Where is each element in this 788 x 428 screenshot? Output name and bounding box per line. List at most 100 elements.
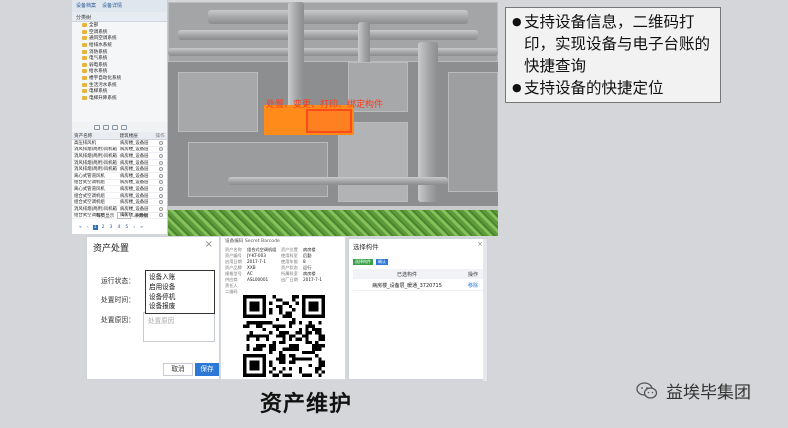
table-row[interactable]: 消风排烟(两用)风机箱 病房楼_设备层: [72, 160, 167, 167]
tab-device-archive[interactable]: 设备档案: [76, 2, 96, 10]
select-component-button[interactable]: 选择构件: [353, 259, 373, 265]
remove-link[interactable]: 移除: [461, 282, 485, 289]
riser-pipe: [288, 2, 304, 112]
bullet-icon: ●: [512, 15, 522, 28]
tree-item[interactable]: 电气系统: [72, 55, 167, 62]
action-circle-icon[interactable]: [159, 167, 163, 172]
dialog-title: 资产处置: [93, 244, 130, 254]
table-row[interactable]: 消风排烟(两用)风机箱 病房楼_设备层: [72, 153, 167, 160]
asset-name-cell: 组合式空调机组: [74, 193, 105, 199]
tree-item-label: 电气系统: [89, 56, 108, 62]
bim-3d-view[interactable]: 处置、变更、打印、绑定构件: [168, 2, 498, 236]
tree-item[interactable]: 电梯系统: [72, 88, 167, 95]
add-icon[interactable]: [94, 124, 100, 130]
folder-icon: [82, 43, 87, 48]
action-circle-icon[interactable]: [159, 140, 163, 145]
table-row[interactable]: 组合式空调机组 病房楼_设备层: [72, 199, 167, 206]
page-link[interactable]: 2: [101, 225, 106, 230]
page-link[interactable]: ›: [132, 225, 136, 230]
equipment-action-menu[interactable]: 处置、变更、打印、绑定构件: [266, 97, 383, 110]
duct: [208, 10, 468, 24]
tree-item[interactable]: 通风空调系统: [72, 35, 167, 42]
action-circle-icon[interactable]: [159, 160, 163, 165]
col-floor: 建筑楼层: [119, 133, 138, 139]
slide-caption: 资产维护: [260, 391, 353, 417]
tree-item-label: 楼宇自动化系统: [89, 76, 122, 82]
status-option[interactable]: 设备停机: [149, 293, 211, 303]
page-link[interactable]: ‹: [86, 225, 90, 230]
asset-name-cell: 离心式管道风机: [74, 186, 105, 192]
tree-item[interactable]: 楼宇自动化系统: [72, 75, 167, 82]
tree-item[interactable]: 弱电系统: [72, 62, 167, 69]
table-row[interactable]: 消风排烟(两用)风机箱 病房楼_设备层: [72, 166, 167, 173]
status-option[interactable]: 设备入账: [149, 273, 211, 283]
per-page-select[interactable]: 10: [117, 212, 132, 219]
close-icon[interactable]: ×: [205, 239, 213, 250]
refresh-icon[interactable]: [121, 124, 127, 130]
action-circle-icon[interactable]: [159, 193, 163, 198]
bullet-icon: ●: [512, 81, 522, 94]
table-row[interactable]: 离心式管道风机 病房楼_设备层: [72, 173, 167, 180]
table-row[interactable]: 高压排风机 病房楼_设备层: [72, 140, 167, 147]
page-link[interactable]: 4: [116, 225, 121, 230]
asset-disposal-dialog: 资产处置 × 运行状态： 处置时间： 处置原因： 处置原因 设备入账 启用设备 …: [86, 236, 220, 380]
col-asset-name: 资产名称: [74, 133, 93, 139]
save-button[interactable]: 保存: [195, 363, 219, 376]
table-row[interactable]: 组合式空调机组 病房楼_设备层: [72, 193, 167, 200]
equipment-block: [188, 142, 328, 197]
page-link[interactable]: »: [139, 225, 144, 230]
tree-item[interactable]: 消防系统: [72, 48, 167, 55]
panel-title: 选择构件: [353, 243, 379, 251]
tree-item[interactable]: 全部: [72, 22, 167, 29]
page-link[interactable]: 1: [92, 224, 98, 230]
tree-item[interactable]: 生活污水系统: [72, 81, 167, 88]
reason-label: 处置原因：: [101, 316, 135, 324]
tree-item[interactable]: 空调系统: [72, 29, 167, 36]
edit-icon[interactable]: [103, 124, 109, 130]
scrollbar[interactable]: [483, 239, 487, 381]
action-circle-icon[interactable]: [159, 153, 163, 158]
folder-icon: [82, 49, 87, 54]
time-label: 处置时间：: [101, 296, 135, 304]
per-page-label: 每页显示: [96, 213, 115, 219]
status-select-list[interactable]: 设备入账 启用设备 设备停机 设备报废: [145, 270, 215, 314]
bullet-text: 支持设备的快捷定位: [524, 79, 664, 97]
tree-item[interactable]: 电梯升降系统: [72, 95, 167, 102]
action-circle-icon[interactable]: [159, 200, 163, 205]
tab-device-detail[interactable]: 设备详情: [102, 2, 122, 10]
asset-name-cell: 消风排烟(两用)风机箱: [74, 153, 117, 159]
col-action: 操作: [155, 133, 165, 139]
action-circle-icon[interactable]: [159, 186, 163, 191]
status-label: 运行状态：: [101, 277, 135, 285]
tree-item-label: 弱电系统: [89, 62, 108, 68]
status-option[interactable]: 启用设备: [149, 283, 211, 293]
feature-bullets: ● 支持设备信息，二维码打印，实现设备与电子台账的快捷查询 ● 支持设备的快捷定…: [505, 7, 721, 103]
print-icon[interactable]: [112, 124, 118, 130]
action-circle-icon[interactable]: [159, 173, 163, 178]
page-link[interactable]: «: [78, 225, 83, 230]
table-row[interactable]: 消风排烟(两用)风机箱 病房楼_设备层: [72, 147, 167, 154]
tree-item[interactable]: 给排水系统: [72, 42, 167, 49]
page-link[interactable]: 5: [124, 225, 129, 230]
selected-equipment-highlight[interactable]: [306, 109, 352, 133]
floor-cell: 病房楼_设备层: [120, 153, 149, 159]
total-label: 条数据: [134, 213, 149, 219]
reason-input[interactable]: 处置原因: [143, 312, 215, 342]
action-circle-icon[interactable]: [159, 147, 163, 152]
floor-cell: 病房楼_设备层: [120, 167, 149, 173]
table-row[interactable]: 组合式空调机组 病房楼_设备层: [72, 180, 167, 187]
equipment-block: [178, 72, 258, 132]
folder-icon: [82, 69, 87, 74]
cancel-button[interactable]: 取消: [163, 363, 193, 376]
action-circle-icon[interactable]: [159, 180, 163, 185]
folder-icon: [82, 29, 87, 34]
page-link[interactable]: 3: [109, 225, 114, 230]
bullet-item: ● 支持设备信息，二维码打印，实现设备与电子台账的快捷查询: [512, 11, 714, 77]
table-row[interactable]: 离心式管道风机 病房楼_设备层: [72, 186, 167, 193]
brand: 益埃毕集团: [636, 378, 751, 403]
confirm-button[interactable]: 确认: [376, 259, 388, 265]
tree-item[interactable]: 给水系统: [72, 68, 167, 75]
asset-name-cell: 离心式管道风机: [74, 173, 105, 179]
status-option[interactable]: 设备报废: [149, 302, 211, 312]
floor-cell: 病房楼_设备层: [120, 140, 149, 146]
